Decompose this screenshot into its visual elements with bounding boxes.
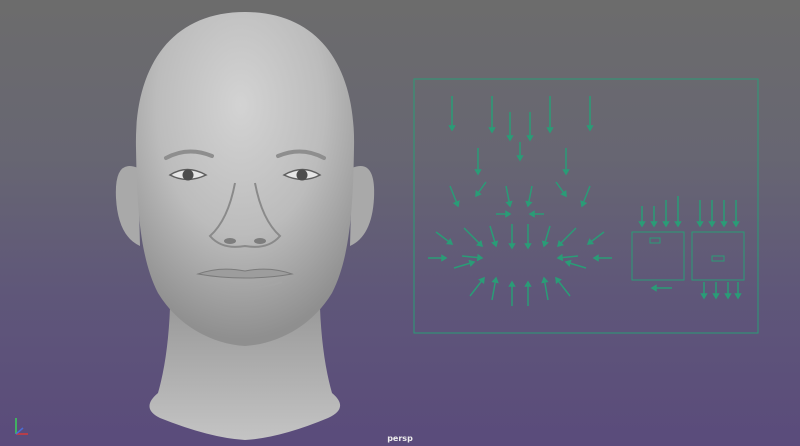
axis-gizmo-icon: [15, 418, 28, 435]
jaw-joystick-left: [631, 231, 685, 281]
camera-label: persp: [387, 434, 413, 443]
facial-rig-panel[interactable]: [0, 0, 800, 446]
perspective-viewport[interactable]: persp: [0, 0, 800, 446]
